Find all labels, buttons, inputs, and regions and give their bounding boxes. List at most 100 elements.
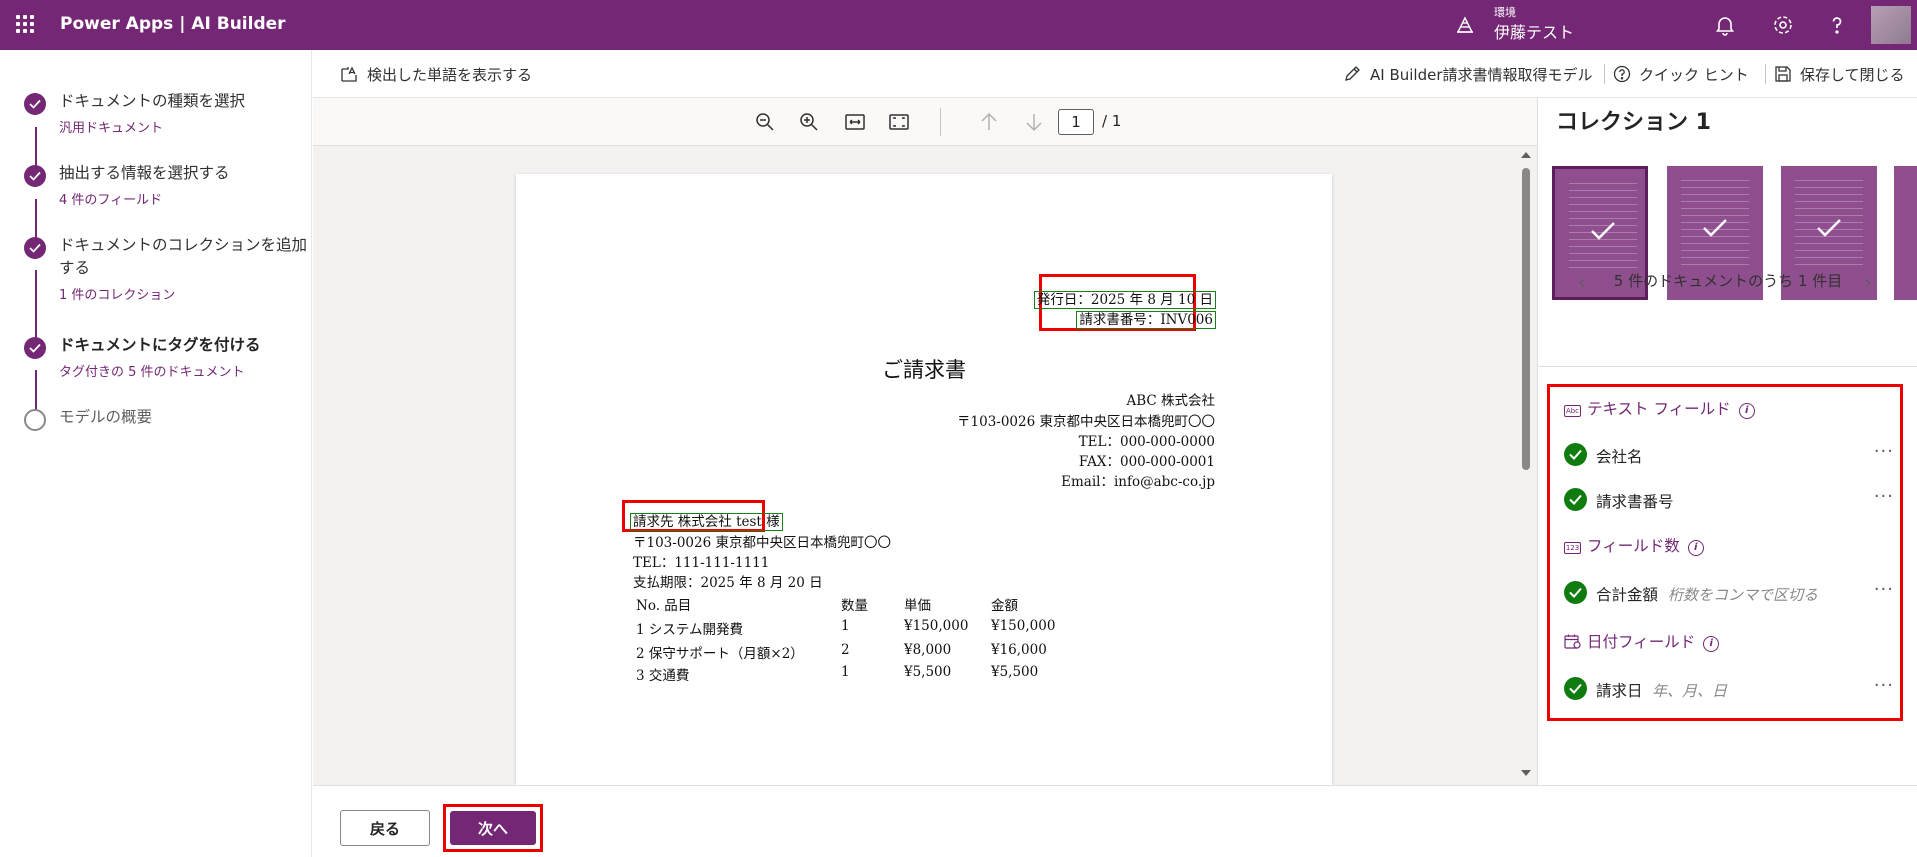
more-options-icon[interactable]: ··· xyxy=(1874,486,1894,507)
table-cell: ¥150,000 xyxy=(991,618,1056,634)
doc-email: Email：info@abc-co.jp xyxy=(1061,474,1215,490)
table-cell: ¥16,000 xyxy=(991,642,1047,658)
quick-hint-button[interactable]: クイック ヒント xyxy=(1639,64,1749,85)
table-cell: 1 xyxy=(841,618,850,634)
scrollbar-thumb[interactable] xyxy=(1522,168,1530,470)
field-tagged-check-icon xyxy=(1564,443,1587,466)
app-brand: Power Apps | AI Builder xyxy=(60,14,286,34)
zoom-in-icon[interactable] xyxy=(797,110,821,134)
step-title: ドキュメントのコレクションを追加する xyxy=(59,236,308,277)
environment-icon[interactable] xyxy=(1454,14,1476,36)
next-button[interactable]: 次へ xyxy=(450,811,536,845)
table-header-qty: 数量 xyxy=(841,598,868,614)
field-tagged-check-icon xyxy=(1564,677,1587,700)
more-options-icon[interactable]: ··· xyxy=(1874,675,1894,696)
step-subtitle: 4 件のフィールド xyxy=(59,193,163,208)
next-page-arrow-icon[interactable] xyxy=(1022,110,1046,134)
fields-highlight-box: Abc テキスト フィールド i 会社名 ··· 請求書番号 ··· 123 フィール… xyxy=(1547,384,1903,721)
fit-page-icon[interactable] xyxy=(887,110,911,134)
step-connector xyxy=(35,127,37,167)
user-avatar[interactable] xyxy=(1871,6,1911,44)
step-title: モデルの概要 xyxy=(59,408,153,426)
notification-bell-icon[interactable] xyxy=(1713,13,1737,37)
page-total: / 1 xyxy=(1102,112,1122,130)
next-document-chevron-icon[interactable]: › xyxy=(1864,270,1872,294)
doc-bill-to[interactable]: 請求先 株式会社 test 様 xyxy=(630,510,783,531)
table-cell: 1 システム開発費 xyxy=(636,622,743,638)
field-format-hint: 桁数をコンマで区切る xyxy=(1668,586,1819,604)
step-connector xyxy=(35,370,37,410)
show-words-icon xyxy=(341,66,357,82)
field-row-invoice-date[interactable]: 請求日 年、月、日 ··· xyxy=(1564,675,1894,701)
collection-title: コレクション 1 xyxy=(1556,110,1711,135)
table-cell: 1 xyxy=(841,664,850,680)
text-field-icon: Abc xyxy=(1564,405,1581,417)
panel-divider xyxy=(1538,366,1917,367)
scroll-down-arrow-icon[interactable] xyxy=(1520,768,1532,778)
back-button[interactable]: 戻る xyxy=(340,810,430,846)
scroll-up-arrow-icon[interactable] xyxy=(1520,150,1532,160)
table-cell: ¥150,000 xyxy=(904,618,969,634)
more-options-icon[interactable]: ··· xyxy=(1874,579,1894,600)
field-name: 請求日 xyxy=(1596,682,1643,700)
field-row-company[interactable]: 会社名 ··· xyxy=(1564,441,1894,467)
app-launcher-icon[interactable] xyxy=(16,15,34,33)
info-icon[interactable]: i xyxy=(1738,403,1755,419)
fit-width-icon[interactable] xyxy=(843,110,867,134)
settings-gear-icon[interactable] xyxy=(1771,13,1795,37)
table-cell: ¥5,500 xyxy=(991,664,1039,680)
wizard-steps: ドキュメントの種類を選択 汎用ドキュメント 抽出する情報を選択する 4 件のフィ… xyxy=(0,50,312,857)
table-cell: 3 交通費 xyxy=(636,668,690,684)
quick-hint-icon xyxy=(1613,65,1631,83)
checkmark-icon xyxy=(1817,219,1841,237)
text-fields-header: Abc テキスト フィールド i xyxy=(1564,397,1755,419)
field-row-invoice-number[interactable]: 請求書番号 ··· xyxy=(1564,486,1894,512)
doc-client-address: 〒103-0026 東京都中央区日本橋兜町〇〇 xyxy=(633,535,891,551)
field-row-total-amount[interactable]: 合計金額 桁数をコンマで区切る ··· xyxy=(1564,579,1894,605)
doc-due-date: 支払期限：2025 年 8 月 20 日 xyxy=(633,575,823,591)
doc-fax: FAX：000-000-0001 xyxy=(1078,454,1215,470)
invoice-document-page: 発行日：2025 年 8 月 10 日 請求書番号：INV006 ご請求書 AB… xyxy=(516,174,1332,785)
doc-title: ご請求書 xyxy=(882,358,966,382)
step-done-icon xyxy=(24,165,46,187)
step-subtitle: タグ付きの 5 件のドキュメント xyxy=(59,365,245,380)
show-detected-words-button[interactable]: 検出した単語を表示する xyxy=(367,64,532,85)
field-name: 合計金額 xyxy=(1596,586,1659,604)
edit-pencil-icon xyxy=(1345,66,1360,81)
step-subtitle: 汎用ドキュメント xyxy=(59,121,164,136)
save-and-close-button[interactable]: 保存して閉じる xyxy=(1800,64,1905,85)
doc-issue-date[interactable]: 発行日：2025 年 8 月 10 日 xyxy=(1033,288,1217,309)
zoom-out-icon[interactable] xyxy=(753,110,777,134)
doc-invoice-number[interactable]: 請求書番号：INV006 xyxy=(1076,308,1216,329)
info-icon[interactable]: i xyxy=(1703,636,1720,652)
previous-page-arrow-icon[interactable] xyxy=(977,110,1001,134)
footer-bar: 戻る 次へ xyxy=(313,785,1917,857)
checkmark-icon xyxy=(1703,219,1727,237)
step-title: 抽出する情報を選択する xyxy=(59,164,230,182)
table-header-item: No. 品目 xyxy=(636,598,692,614)
environment-name[interactable]: 伊藤テスト xyxy=(1494,19,1574,43)
checkmark-icon xyxy=(1591,222,1615,240)
field-format-hint: 年、月、日 xyxy=(1652,682,1728,700)
help-icon[interactable] xyxy=(1825,13,1849,37)
more-options-icon[interactable]: ··· xyxy=(1874,441,1894,462)
field-name: 請求書番号 xyxy=(1596,493,1674,511)
table-cell: ¥5,500 xyxy=(904,664,952,680)
doc-address: 〒103-0026 東京都中央区日本橋兜町〇〇 xyxy=(957,414,1215,430)
date-fields-header: 日付フィールド i xyxy=(1564,630,1720,652)
command-bar: 検出した単語を表示する AI Builder請求書情報取得モデル クイック ヒン… xyxy=(313,50,1917,98)
doc-tel: TEL：000-000-0000 xyxy=(1078,434,1215,450)
footer-divider xyxy=(313,785,1917,786)
step-title: ドキュメントにタグを付ける xyxy=(59,336,261,354)
document-viewer: 1 / 1 発行日：2025 年 8 月 10 日 請求書番号：INV006 ご… xyxy=(313,98,1537,785)
viewer-toolbar: 1 / 1 xyxy=(313,98,1537,146)
table-header-price: 単価 xyxy=(904,598,931,614)
info-icon[interactable]: i xyxy=(1687,540,1704,556)
number-field-icon: 123 xyxy=(1564,542,1581,554)
toolbar-divider xyxy=(1604,64,1605,84)
calendar-icon xyxy=(1564,634,1581,649)
top-bar: Power Apps | AI Builder 環境 伊藤テスト xyxy=(0,0,1917,50)
model-name-button[interactable]: AI Builder請求書情報取得モデル xyxy=(1370,64,1593,85)
page-number-input[interactable]: 1 xyxy=(1058,109,1094,135)
viewer-scrollbar[interactable] xyxy=(1519,150,1533,780)
